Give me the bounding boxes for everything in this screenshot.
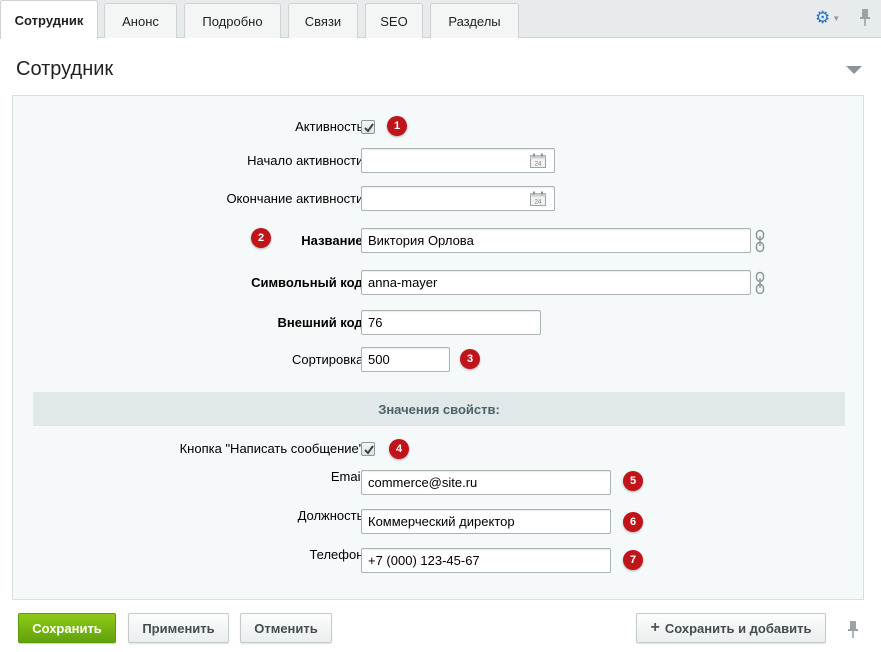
plus-icon: + (650, 619, 660, 636)
xml-id-input[interactable]: 76 (361, 310, 541, 335)
row-phone: Телефон: +7 (000) 123-45-67 7 (13, 546, 865, 576)
start-date-input[interactable]: 24 (361, 148, 555, 173)
row-message-button: Кнопка "Написать сообщение": 4 (13, 434, 865, 464)
position-label: Должность: (297, 508, 367, 523)
sort-label: Сортировка: (292, 352, 367, 367)
code-label: Символьный код: (251, 275, 367, 290)
settings-menu-button[interactable]: ⚙ ▼ (815, 8, 841, 27)
save-and-add-label: Сохранить и добавить (664, 620, 812, 636)
active-label: Активность: (295, 119, 367, 134)
badge-6: 6 (623, 512, 643, 532)
save-button[interactable]: Сохранить (18, 613, 116, 643)
save-and-add-button[interactable]: + Сохранить и добавить (636, 613, 826, 643)
row-email: Email: commerce@site.ru 5 (13, 468, 865, 498)
sort-input[interactable]: 500 (361, 347, 450, 372)
row-start: Начало активности: 24 (13, 146, 865, 176)
xml-id-label: Внешний код: (277, 315, 367, 330)
badge-4: 4 (389, 439, 409, 459)
calendar-day-text: 24 (535, 162, 542, 168)
form-panel: Активность: 1 Начало активности: 24 Окон… (12, 95, 864, 600)
tab-announce[interactable]: Анонс (104, 3, 177, 38)
row-position: Должность: Коммерческий директор 6 (13, 507, 865, 537)
row-code: Символьный код: anna-mayer (13, 268, 865, 298)
badge-2: 2 (251, 228, 271, 248)
name-input[interactable]: Виктория Орлова (361, 228, 751, 253)
active-checkbox[interactable] (361, 120, 375, 134)
name-label: Название: (301, 233, 367, 248)
apply-button[interactable]: Применить (128, 613, 229, 643)
end-date-input[interactable]: 24 (361, 186, 555, 211)
row-active: Активность: 1 (13, 112, 865, 142)
calendar-icon[interactable]: 24 (530, 191, 546, 206)
section-title: Сотрудник (16, 58, 114, 80)
tab-seo[interactable]: SEO (365, 3, 423, 38)
row-name: 2 Название: Виктория Орлова (13, 226, 865, 256)
badge-1: 1 (387, 116, 407, 136)
start-label: Начало активности: (247, 153, 367, 168)
row-xml-id: Внешний код: 76 (13, 308, 865, 338)
badge-7: 7 (623, 550, 643, 570)
email-input[interactable]: commerce@site.ru (361, 470, 611, 495)
message-button-checkbox[interactable] (361, 442, 375, 456)
phone-label: Телефон: (309, 547, 367, 562)
chain-link-icon[interactable] (754, 271, 766, 295)
checkmark-icon (364, 123, 374, 133)
tab-links[interactable]: Связи (288, 3, 358, 38)
gear-icon: ⚙ (815, 8, 831, 27)
tab-employee[interactable]: Сотрудник (0, 0, 98, 39)
phone-input[interactable]: +7 (000) 123-45-67 (361, 548, 611, 573)
chevron-down-icon: ▼ (832, 13, 841, 23)
properties-header: Значения свойств: (33, 392, 845, 426)
message-button-label: Кнопка "Написать сообщение": (179, 441, 367, 456)
checkmark-icon (364, 445, 374, 455)
calendar-icon[interactable]: 24 (530, 153, 546, 168)
pin-icon[interactable] (858, 8, 872, 28)
pin-icon[interactable] (846, 620, 860, 640)
calendar-day-text: 24 (535, 200, 542, 206)
chain-link-icon[interactable] (754, 229, 766, 253)
cancel-button[interactable]: Отменить (240, 613, 332, 643)
tab-details[interactable]: Подробно (184, 3, 281, 38)
end-label: Окончание активности: (226, 191, 367, 206)
tab-bar: Сотрудник Анонс Подробно Связи SEO Разде… (0, 0, 881, 39)
row-sort: Сортировка: 500 3 (13, 345, 865, 375)
badge-5: 5 (623, 471, 643, 491)
collapse-arrow-icon[interactable] (846, 66, 862, 74)
row-end: Окончание активности: 24 (13, 184, 865, 214)
code-input[interactable]: anna-mayer (361, 270, 751, 295)
tab-sections[interactable]: Разделы (430, 3, 519, 38)
position-input[interactable]: Коммерческий директор (361, 509, 611, 534)
badge-3: 3 (460, 349, 480, 369)
